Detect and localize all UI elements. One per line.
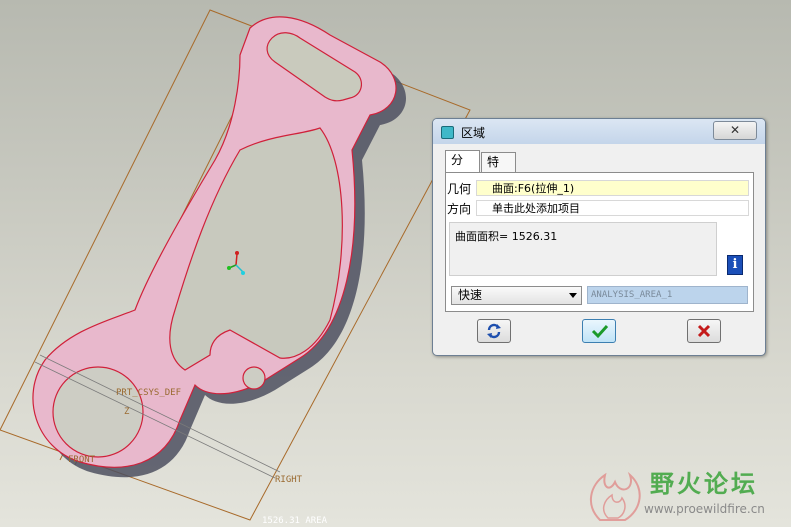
dialog-titlebar[interactable]: 区域 ✕ — [433, 119, 765, 144]
repeat-button[interactable] — [477, 319, 511, 343]
front-plane-label: FRONT — [68, 455, 96, 465]
z-axis-label: Z — [124, 407, 130, 417]
result-text: 曲面面积= 1526.31 — [455, 230, 558, 243]
tab-feature[interactable]: 特征 — [481, 152, 516, 188]
cancel-button[interactable] — [687, 319, 721, 343]
dialog-title: 区域 — [461, 126, 486, 140]
area-readout: 1526.31 AREA — [262, 516, 328, 526]
geometry-collector[interactable]: 曲面:F6(拉伸_1) — [476, 180, 749, 196]
forum-watermark: 野火论坛 www.proewildfire.cn — [578, 458, 791, 527]
analysis-name-field[interactable]: ANALYSIS_AREA_1 — [587, 286, 748, 304]
inner-pocket — [169, 127, 343, 371]
result-output: 曲面面积= 1526.31 — [449, 222, 717, 276]
large-hole — [52, 366, 144, 458]
geometry-label: 几何 — [447, 182, 472, 196]
x-icon — [697, 324, 711, 338]
analysis-mode-dropdown[interactable]: 快速 — [451, 286, 582, 305]
csys-label: PRT_CSYS_DEF — [116, 388, 181, 398]
repeat-icon — [487, 323, 501, 339]
watermark-url: www.proewildfire.cn — [644, 502, 765, 516]
area-analysis-dialog: 区域 ✕ 分析 特征 几何 曲面:F6(拉伸_1) 方向 单击此处添加项目 曲面… — [432, 118, 766, 356]
dialog-app-icon — [441, 126, 454, 139]
watermark-title: 野火论坛 — [650, 470, 758, 498]
chevron-down-icon — [569, 293, 577, 298]
ok-button[interactable] — [582, 319, 616, 343]
tab-analysis[interactable]: 分析 — [445, 150, 480, 186]
mode-value: 快速 — [458, 288, 483, 302]
check-icon — [591, 324, 609, 339]
flame-logo-icon — [590, 471, 641, 521]
right-plane-label: RIGHT — [275, 475, 303, 485]
direction-collector[interactable]: 单击此处添加项目 — [476, 200, 749, 216]
direction-label: 方向 — [447, 202, 472, 216]
small-hole — [242, 366, 266, 390]
close-button[interactable]: ✕ — [713, 121, 757, 140]
info-icon[interactable]: i — [727, 255, 743, 275]
